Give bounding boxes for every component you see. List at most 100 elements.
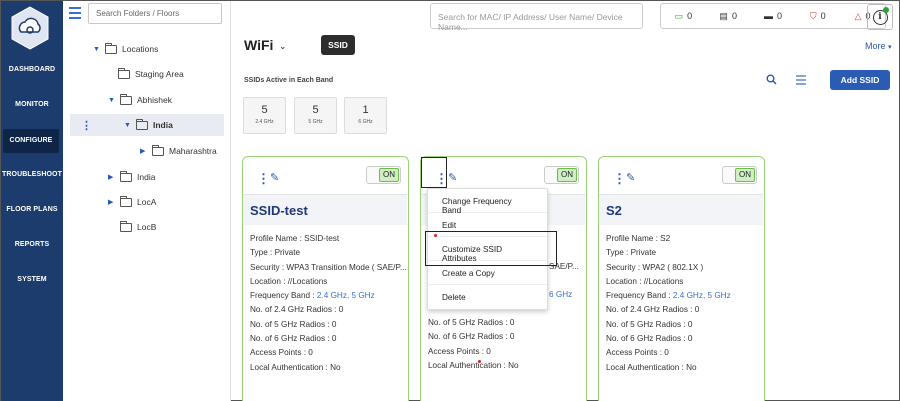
tree-item-maharashtra[interactable]: ▶ Maharashtra bbox=[140, 140, 217, 162]
folder-tree-panel: Search Folders / Floors ▼ Locations Stag… bbox=[63, 1, 231, 401]
folder-icon bbox=[118, 67, 130, 79]
chevron-down-icon: ▾ bbox=[888, 44, 892, 51]
left-nav: DASHBOARD MONITOR CONFIGURE TROUBLESHOOT… bbox=[1, 1, 63, 401]
radios-5: No. of 5 GHz Radios : 0 bbox=[428, 318, 515, 327]
switch-icon: ▤ bbox=[719, 10, 728, 21]
ssid-security: Security : WPA3 Transition Mode ( SAE/P.… bbox=[250, 262, 407, 272]
ssid-security: Security : WPA2 ( 802.1X ) bbox=[606, 262, 704, 272]
caret-down-icon[interactable]: ▼ bbox=[93, 46, 101, 53]
band-24ghz: 5 2.4 GHz bbox=[243, 97, 286, 134]
ssid-name: SSID-test bbox=[250, 203, 308, 218]
ssid-details: No. of 5 GHz Radios : 0 No. of 6 GHz Rad… bbox=[428, 318, 519, 375]
tab-ssid[interactable]: SSID bbox=[321, 35, 355, 55]
caret-right-icon[interactable]: ▶ bbox=[140, 147, 148, 155]
menu-icon[interactable] bbox=[69, 7, 81, 19]
highlight-kebab-box bbox=[421, 157, 447, 188]
caret-down-icon[interactable]: ▼ bbox=[124, 122, 132, 129]
tree-item-abhishek[interactable]: ▼ Abhishek bbox=[108, 89, 172, 111]
search-icon[interactable] bbox=[766, 74, 777, 88]
tree-item-staging-area[interactable]: Staging Area bbox=[118, 63, 184, 85]
profile-name: Profile Name : S2 bbox=[606, 234, 671, 243]
nav-monitor[interactable]: MONITOR bbox=[1, 101, 63, 108]
access-points: Access Points : 0 bbox=[428, 346, 491, 356]
stat-offline-devices[interactable]: ▬ 0 bbox=[751, 11, 796, 21]
profile-name: Profile Name : SSID-test bbox=[250, 234, 340, 243]
ssid-toggle[interactable]: ON bbox=[366, 166, 401, 184]
frequency-band: Frequency Band : 2.4 GHz, 5 GHz bbox=[250, 291, 375, 301]
caret-right-icon[interactable]: ▶ bbox=[108, 173, 116, 181]
click-marker bbox=[434, 234, 437, 237]
highlight-customize-box bbox=[425, 231, 557, 266]
add-ssid-button[interactable]: Add SSID bbox=[830, 70, 890, 90]
band-6ghz: 1 6 GHz bbox=[344, 97, 387, 134]
access-points: Access Points : 0 bbox=[606, 348, 669, 358]
nav-dashboard[interactable]: DASHBOARD bbox=[1, 66, 63, 73]
page-title: WiFi bbox=[244, 37, 274, 53]
tree-item-locb[interactable]: LocB bbox=[120, 216, 156, 238]
click-marker bbox=[478, 360, 481, 363]
more-options-icon[interactable]: ⋮ bbox=[81, 119, 92, 132]
chevron-down-icon[interactable]: ⌄ bbox=[279, 41, 287, 52]
cloud-gear-logo-icon bbox=[11, 6, 49, 50]
ssid-type: Type : Private bbox=[606, 248, 657, 258]
stat-online-devices[interactable]: ▭ 0 bbox=[661, 11, 706, 22]
ssid-details: Profile Name : SSID-test Type : Private … bbox=[250, 234, 407, 377]
edit-pencil-icon[interactable]: ✎ bbox=[626, 171, 635, 184]
device-offline-icon: ▬ bbox=[763, 11, 773, 21]
radios-24: No. of 2.4 GHz Radios : 0 bbox=[606, 305, 700, 315]
caret-right-icon[interactable]: ▶ bbox=[108, 198, 116, 206]
edit-pencil-icon[interactable]: ✎ bbox=[448, 171, 457, 184]
local-auth: Local Authentication : No bbox=[606, 362, 697, 372]
tree-item-loca[interactable]: ▶ LocA bbox=[108, 191, 156, 213]
laptop-icon: ▭ bbox=[674, 10, 684, 21]
info-button[interactable]: i bbox=[867, 4, 893, 30]
folder-search-input[interactable]: Search Folders / Floors bbox=[88, 3, 222, 24]
ssid-location: Location : //Locations bbox=[606, 276, 684, 286]
status-dot bbox=[883, 7, 889, 13]
tree-item-india[interactable]: ▶ India bbox=[108, 166, 155, 188]
band-5ghz: 5 5 GHz bbox=[294, 97, 337, 134]
radios-6: No. of 6 GHz Radios : 0 bbox=[606, 334, 693, 344]
tree-item-locations[interactable]: ▼ Locations bbox=[93, 38, 158, 60]
folder-icon bbox=[120, 195, 132, 207]
tree-item-india-selected[interactable]: ⋮ ▼ India bbox=[70, 114, 224, 136]
ssid-name: S2 bbox=[606, 203, 622, 218]
local-auth: Local Authentication : No bbox=[250, 362, 341, 372]
stat-security-alerts[interactable]: ⛉ 0 bbox=[795, 11, 840, 22]
frequency-band: Frequency Band : 2.4 GHz, 5 GHz bbox=[606, 291, 731, 301]
ssid-type: Type : Private bbox=[250, 248, 301, 258]
nav-floor-plans[interactable]: FLOOR PLANS bbox=[1, 206, 63, 213]
device-stats: ▭ 0 ▤ 0 ▬ 0 ⛉ 0 △ 0 bbox=[660, 3, 886, 29]
access-points: Access Points : 0 bbox=[250, 348, 313, 358]
nav-reports[interactable]: REPORTS bbox=[1, 241, 63, 248]
stat-switches[interactable]: ▤ 0 bbox=[706, 11, 751, 22]
ssid-toggle[interactable]: ON bbox=[544, 166, 579, 184]
edit-pencil-icon[interactable]: ✎ bbox=[270, 171, 279, 184]
radios-24: No. of 2.4 GHz Radios : 0 bbox=[250, 305, 344, 315]
frequency-band-tail: 6 GHz bbox=[549, 290, 573, 299]
radios-6: No. of 6 GHz Radios : 0 bbox=[250, 334, 337, 344]
top-bar: Search for MAC/ IP Address/ User Name/ D… bbox=[232, 1, 900, 33]
menu-delete[interactable]: Delete bbox=[428, 285, 547, 309]
warning-icon: △ bbox=[854, 10, 862, 21]
folder-icon bbox=[105, 42, 117, 54]
more-link[interactable]: More ▾ bbox=[865, 41, 892, 51]
ssid-details: Profile Name : S2 Type : Private Securit… bbox=[606, 234, 731, 377]
radios-5: No. of 5 GHz Radios : 0 bbox=[606, 319, 693, 329]
nav-system[interactable]: SYSTEM bbox=[1, 276, 63, 283]
ssid-card: ⋮ ✎ ON S2 Profile Name : S2 Type : Priva… bbox=[598, 156, 765, 401]
ssid-toggle[interactable]: ON bbox=[722, 166, 757, 184]
radios-6: No. of 6 GHz Radios : 0 bbox=[428, 332, 515, 342]
grid-view-icon[interactable] bbox=[796, 75, 806, 85]
nav-configure[interactable]: CONFIGURE bbox=[3, 129, 59, 153]
global-search-input[interactable]: Search for MAC/ IP Address/ User Name/ D… bbox=[430, 3, 643, 32]
more-options-icon[interactable]: ⋮ bbox=[257, 171, 270, 187]
folder-icon bbox=[120, 93, 132, 105]
radios-5: No. of 5 GHz Radios : 0 bbox=[250, 319, 337, 329]
caret-down-icon[interactable]: ▼ bbox=[108, 97, 116, 104]
more-options-icon[interactable]: ⋮ bbox=[613, 171, 626, 187]
nav-troubleshoot[interactable]: TROUBLESHOOT bbox=[1, 171, 63, 178]
ssid-location: Location : //Locations bbox=[250, 276, 328, 286]
menu-change-frequency-band[interactable]: Change Frequency Band bbox=[428, 189, 547, 215]
folder-icon bbox=[120, 170, 132, 182]
